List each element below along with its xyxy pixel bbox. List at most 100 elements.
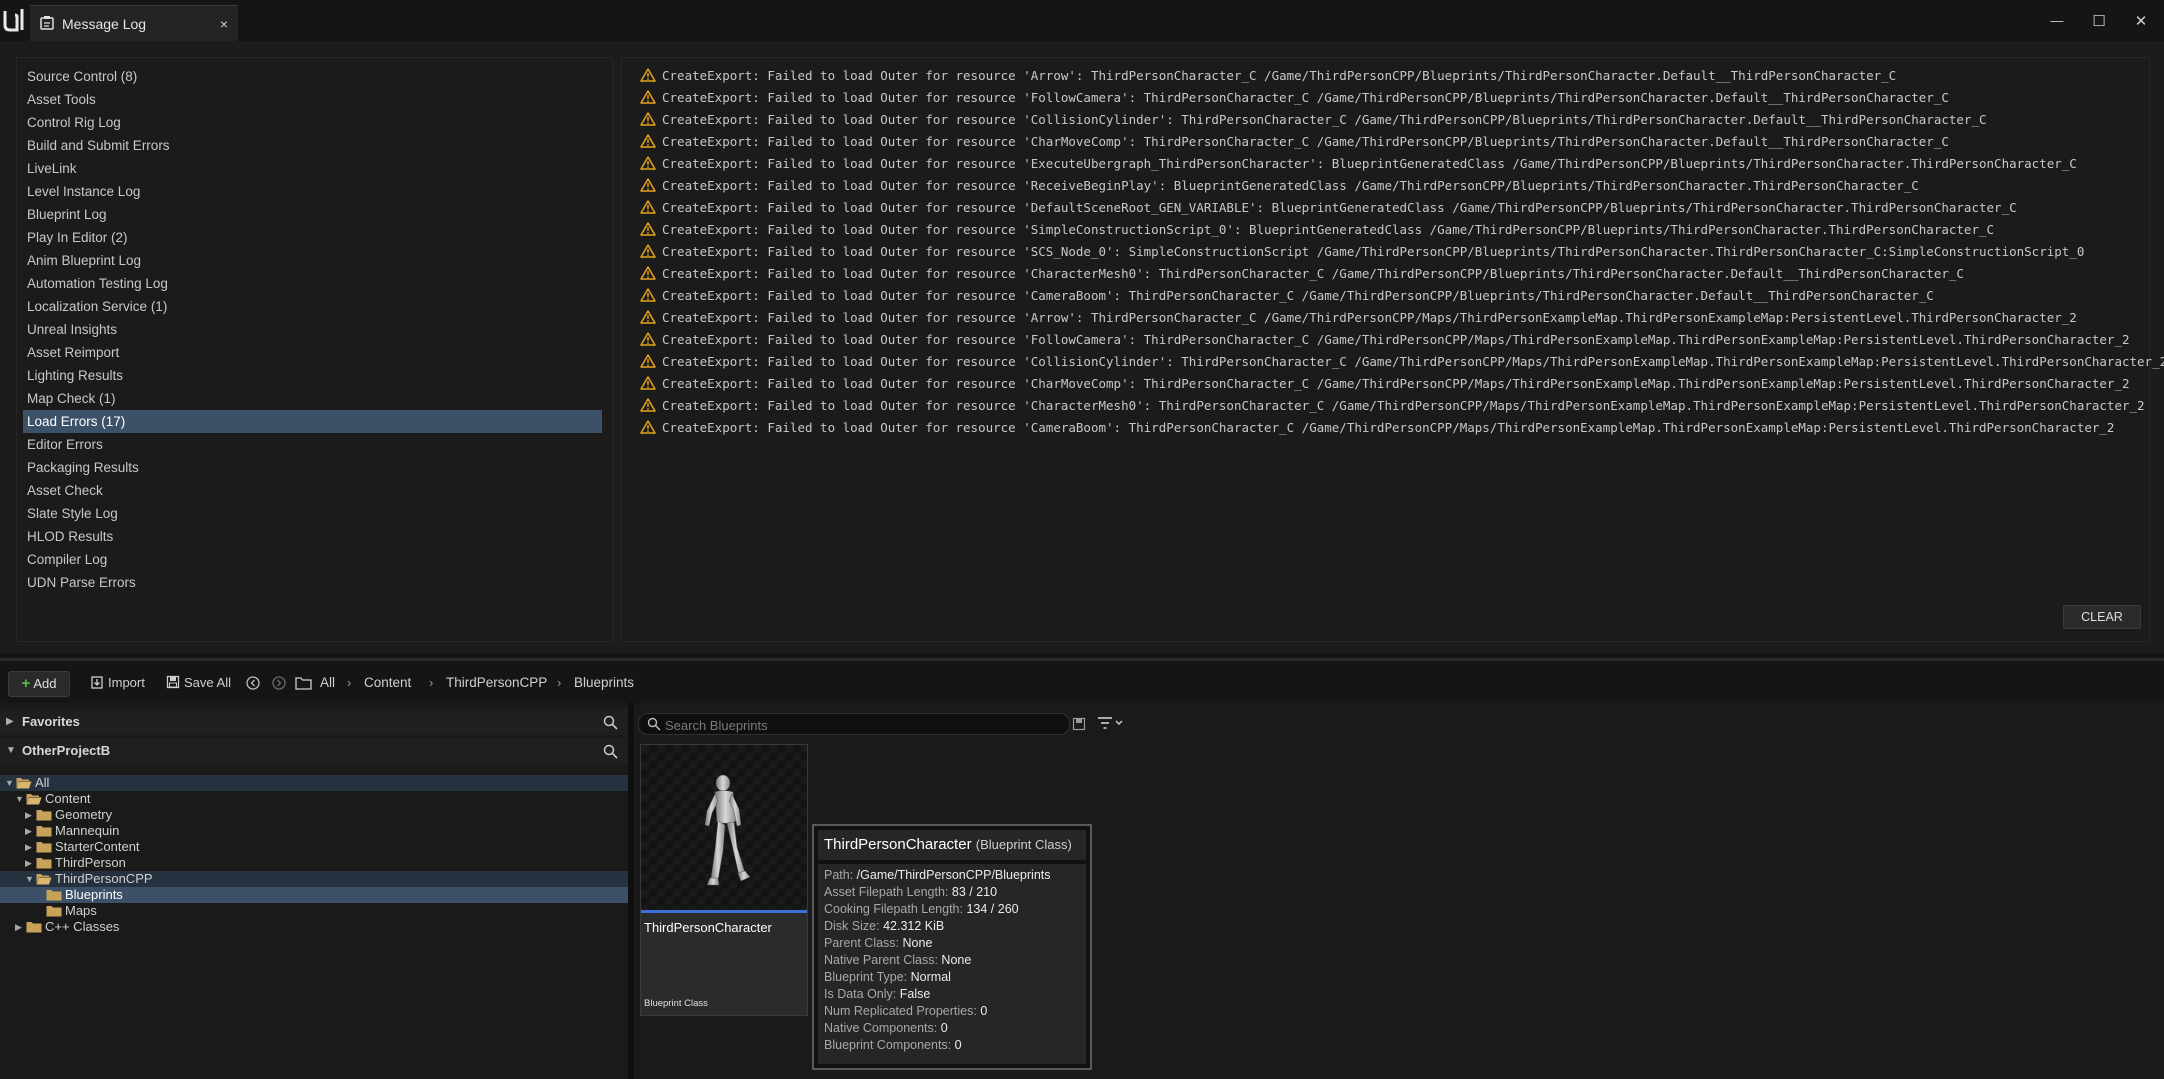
log-category-item[interactable]: Localization Service (1) <box>23 295 602 318</box>
log-category-item[interactable]: UDN Parse Errors <box>23 571 602 594</box>
log-line[interactable]: CreateExport: Failed to load Outer for r… <box>640 109 1987 131</box>
breadcrumb-item[interactable]: Blueprints <box>574 671 634 695</box>
log-category-item[interactable]: Load Errors (17) <box>23 410 602 433</box>
add-button[interactable]: + Add <box>8 671 70 697</box>
tree-folder-item[interactable]: ▶ C++ Classes <box>0 919 628 935</box>
log-category-item[interactable]: Asset Tools <box>23 88 602 111</box>
tree-folder-item[interactable]: ▼ All <box>0 775 628 791</box>
log-category-item[interactable]: LiveLink <box>23 157 602 180</box>
folder-icon[interactable] <box>295 676 312 690</box>
log-line[interactable]: CreateExport: Failed to load Outer for r… <box>640 87 1949 109</box>
warning-icon <box>640 288 656 302</box>
log-category-item[interactable]: Automation Testing Log <box>23 272 602 295</box>
log-line[interactable]: CreateExport: Failed to load Outer for r… <box>640 153 2077 175</box>
tree-folder-item[interactable]: ▼ ThirdPersonCPP <box>0 871 628 887</box>
log-line[interactable]: CreateExport: Failed to load Outer for r… <box>640 329 2130 351</box>
tree-folder-item[interactable]: ▶ Geometry <box>0 807 628 823</box>
close-tab-icon[interactable]: × <box>220 6 228 42</box>
log-line[interactable]: CreateExport: Failed to load Outer for r… <box>640 285 1934 307</box>
chevron-right-icon[interactable]: ▶ <box>25 823 32 839</box>
log-category-item[interactable]: Anim Blueprint Log <box>23 249 602 272</box>
favorites-header[interactable]: ▶ Favorites <box>0 709 628 735</box>
log-line[interactable]: CreateExport: Failed to load Outer for r… <box>640 395 2145 417</box>
back-arrow-icon[interactable] <box>246 676 260 690</box>
project-header[interactable]: ▼ OtherProjectB <box>0 738 628 764</box>
tooltip-row: Native Components: 0 <box>824 1020 948 1037</box>
chevron-down-icon[interactable]: ▼ <box>5 775 14 791</box>
log-category-item[interactable]: Editor Errors <box>23 433 602 456</box>
breadcrumb-item[interactable]: All <box>320 671 335 695</box>
log-category-item[interactable]: Play In Editor (2) <box>23 226 602 249</box>
tooltip-row: Num Replicated Properties: 0 <box>824 1003 987 1020</box>
breadcrumb-item[interactable]: ThirdPersonCPP <box>446 671 547 695</box>
tree-folder-item[interactable]: Maps <box>0 903 628 919</box>
chevron-right-icon: ▶ <box>6 716 14 727</box>
log-line-text: CreateExport: Failed to load Outer for r… <box>662 244 2085 259</box>
save-all-button[interactable]: Save All <box>166 671 231 695</box>
panel-splitter[interactable] <box>0 653 2164 667</box>
chevron-right-icon[interactable]: ▶ <box>25 807 32 823</box>
tooltip-body: Path: /Game/ThirdPersonCPP/Blueprints Ass… <box>818 864 1086 1064</box>
search-icon[interactable] <box>603 744 618 759</box>
maximize-button[interactable]: ☐ <box>2078 0 2120 41</box>
close-window-button[interactable]: ✕ <box>2120 0 2162 41</box>
log-category-item[interactable]: Blueprint Log <box>23 203 602 226</box>
message-log-icon <box>40 16 54 30</box>
log-category-item[interactable]: Asset Check <box>23 479 602 502</box>
tooltip-row: Disk Size: 42.312 KiB <box>824 918 944 935</box>
breadcrumb-item[interactable]: Content <box>364 671 411 695</box>
log-category-item[interactable]: Asset Reimport <box>23 341 602 364</box>
asset-tile[interactable]: ThirdPersonCharacter Blueprint Class <box>640 744 808 1016</box>
save-search-icon[interactable] <box>1072 717 1086 731</box>
log-line[interactable]: CreateExport: Failed to load Outer for r… <box>640 417 2114 439</box>
log-category-item[interactable]: Source Control (8) <box>23 65 602 88</box>
log-line-text: CreateExport: Failed to load Outer for r… <box>662 68 1897 83</box>
log-line[interactable]: CreateExport: Failed to load Outer for r… <box>640 65 1896 87</box>
filter-icon[interactable] <box>1096 715 1124 731</box>
tree-folder-item[interactable]: ▶ StarterContent <box>0 839 628 855</box>
log-category-item[interactable]: Compiler Log <box>23 548 602 571</box>
log-category-item[interactable]: Lighting Results <box>23 364 602 387</box>
clear-button[interactable]: CLEAR <box>2063 605 2141 629</box>
log-line[interactable]: CreateExport: Failed to load Outer for r… <box>640 131 1949 153</box>
chevron-right-icon[interactable]: ▶ <box>25 855 32 871</box>
log-line[interactable]: CreateExport: Failed to load Outer for r… <box>640 373 2130 395</box>
tree-folder-item[interactable]: ▼ Content <box>0 791 628 807</box>
log-category-item[interactable]: HLOD Results <box>23 525 602 548</box>
log-line-text: CreateExport: Failed to load Outer for r… <box>662 310 2077 325</box>
log-category-item[interactable]: Build and Submit Errors <box>23 134 602 157</box>
log-category-item[interactable]: Packaging Results <box>23 456 602 479</box>
log-category-item[interactable]: Map Check (1) <box>23 387 602 410</box>
log-category-item[interactable]: Unreal Insights <box>23 318 602 341</box>
tree-folder-item[interactable]: ▶ ThirdPerson <box>0 855 628 871</box>
search-icon[interactable] <box>603 715 618 730</box>
chevron-right-icon[interactable]: ▶ <box>15 919 22 935</box>
import-button[interactable]: Import <box>90 671 145 695</box>
log-category-item[interactable]: Level Instance Log <box>23 180 602 203</box>
forward-arrow-icon[interactable] <box>272 676 286 690</box>
tree-folder-label: C++ Classes <box>45 919 120 934</box>
log-category-item[interactable]: Slate Style Log <box>23 502 602 525</box>
tab-title: Message Log <box>62 16 147 32</box>
log-category-item[interactable]: Control Rig Log <box>23 111 602 134</box>
log-line[interactable]: CreateExport: Failed to load Outer for r… <box>640 307 2077 329</box>
tab-message-log[interactable]: Message Log × <box>30 5 238 42</box>
tree-folder-item[interactable]: Blueprints <box>0 887 628 903</box>
search-field[interactable] <box>638 713 1070 736</box>
warning-icon <box>640 266 656 280</box>
minimize-button[interactable]: — <box>2036 0 2078 41</box>
tree-folder-item[interactable]: ▶ Mannequin <box>0 823 628 839</box>
log-line[interactable]: CreateExport: Failed to load Outer for r… <box>640 263 1964 285</box>
chevron-right-icon[interactable]: ▶ <box>25 839 32 855</box>
log-line[interactable]: CreateExport: Failed to load Outer for r… <box>640 175 1919 197</box>
log-line[interactable]: CreateExport: Failed to load Outer for r… <box>640 351 2164 373</box>
log-line[interactable]: CreateExport: Failed to load Outer for r… <box>640 197 2017 219</box>
unreal-logo-icon[interactable] <box>0 6 28 34</box>
chevron-down-icon[interactable]: ▼ <box>25 871 34 887</box>
log-line[interactable]: CreateExport: Failed to load Outer for r… <box>640 219 1994 241</box>
search-input[interactable] <box>663 714 1063 736</box>
tree-folder-label: Content <box>45 791 91 806</box>
tooltip-value: False <box>899 987 931 1001</box>
chevron-down-icon[interactable]: ▼ <box>15 791 24 807</box>
log-line[interactable]: CreateExport: Failed to load Outer for r… <box>640 241 2084 263</box>
